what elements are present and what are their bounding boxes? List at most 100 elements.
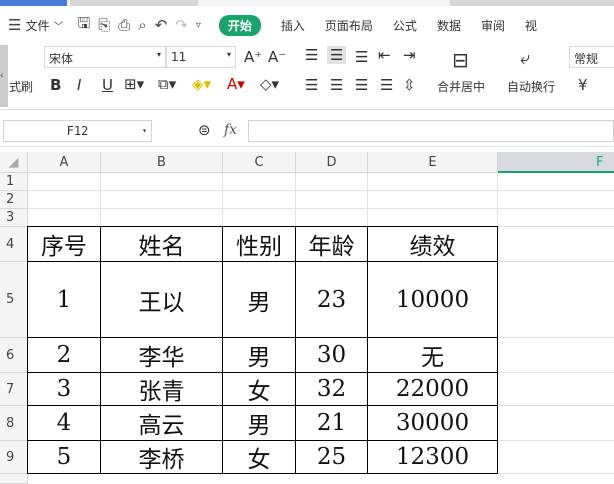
font-color-icon[interactable]: A▾	[227, 75, 245, 93]
row-header-9[interactable]: 9	[0, 441, 28, 474]
column-header-C[interactable]: C	[223, 152, 296, 173]
table-cell[interactable]: 张青	[100, 372, 223, 406]
hamburger-icon[interactable]: ☰	[8, 16, 21, 34]
cell[interactable]	[101, 191, 223, 209]
align-left-icon[interactable]: ☰	[305, 76, 318, 94]
cell[interactable]	[101, 173, 223, 191]
export-icon[interactable]: ⎘	[98, 16, 110, 34]
table-cell[interactable]: 12300	[367, 440, 498, 474]
cell[interactable]	[296, 173, 368, 191]
cell[interactable]	[368, 173, 498, 191]
justify-icon[interactable]: ☰	[380, 76, 393, 94]
cell[interactable]	[28, 173, 101, 191]
table-header-cell[interactable]: 绩效	[367, 226, 498, 262]
font-size-select[interactable]: 11 ▾	[166, 46, 236, 68]
italic-icon[interactable]: I	[77, 76, 81, 94]
column-header-B[interactable]: B	[101, 152, 223, 173]
wrap-icon[interactable]: ⤶	[520, 48, 530, 69]
table-cell[interactable]: 李华	[100, 337, 223, 373]
cell[interactable]	[368, 209, 498, 227]
cell[interactable]	[498, 373, 614, 406]
cell[interactable]	[498, 441, 614, 474]
table-cell[interactable]: 男	[222, 337, 296, 373]
table-cell[interactable]: 男	[222, 261, 296, 338]
table-cell[interactable]: 无	[367, 337, 498, 373]
cell-style-icon[interactable]: ⧉▾	[158, 75, 176, 93]
align-middle-icon[interactable]: ☰	[327, 46, 347, 64]
cell[interactable]	[368, 191, 498, 209]
tab-insert[interactable]: 插入	[281, 17, 305, 34]
table-cell[interactable]: 4	[27, 405, 101, 441]
undo-icon[interactable]: ↶	[155, 16, 168, 34]
font-family-select[interactable]: 宋体 ▾	[44, 46, 166, 68]
row-header-7[interactable]: 7	[0, 373, 28, 406]
tab-page-layout[interactable]: 页面布局	[325, 17, 373, 34]
fill-color-icon[interactable]: ◈▾	[192, 75, 211, 93]
table-cell[interactable]: 30000	[367, 405, 498, 441]
redo-icon[interactable]: ↷	[175, 16, 188, 34]
table-header-cell[interactable]: 性别	[222, 226, 296, 262]
table-cell[interactable]: 男	[222, 405, 296, 441]
column-header-D[interactable]: D	[296, 152, 368, 173]
table-header-cell[interactable]: 序号	[27, 226, 101, 262]
row-header-10[interactable]	[0, 474, 28, 484]
cell[interactable]	[498, 209, 614, 227]
row-header-6[interactable]: 6	[0, 338, 28, 373]
table-cell[interactable]: 30	[295, 337, 368, 373]
decrease-font-icon[interactable]: A⁻	[268, 48, 286, 66]
row-header-2[interactable]: 2	[0, 191, 28, 209]
row-header-4[interactable]: 4	[0, 227, 28, 262]
currency-button[interactable]: ¥	[578, 76, 588, 94]
table-cell[interactable]: 王以	[100, 261, 223, 338]
align-center-icon[interactable]: ☰	[330, 76, 343, 94]
table-cell[interactable]: 3	[27, 372, 101, 406]
column-header-E[interactable]: E	[368, 152, 498, 173]
indent-icon[interactable]: ⇥	[403, 46, 416, 64]
row-header-5[interactable]: 5	[0, 262, 28, 338]
table-cell[interactable]: 李桥	[100, 440, 223, 474]
row-header-8[interactable]: 8	[0, 406, 28, 441]
table-cell[interactable]: 2	[27, 337, 101, 373]
table-header-cell[interactable]: 姓名	[100, 226, 223, 262]
table-cell[interactable]: 5	[27, 440, 101, 474]
border-icon[interactable]: ⊞▾	[124, 75, 144, 93]
tab-data[interactable]: 数据	[437, 17, 461, 34]
merge-center-button[interactable]: 合并居中	[437, 78, 485, 95]
ribbon-collapse-handle[interactable]: ‹	[0, 45, 8, 107]
distribute-icon[interactable]: ⇳	[403, 76, 416, 94]
outdent-icon[interactable]: ⇤	[378, 46, 391, 64]
table-header-cell[interactable]: 年龄	[295, 226, 368, 262]
cell[interactable]	[498, 406, 614, 441]
row-header-3[interactable]: 3	[0, 209, 28, 227]
formula-input[interactable]	[248, 120, 614, 142]
table-cell[interactable]: 21	[295, 405, 368, 441]
zoom-icon[interactable]: ⊜	[198, 121, 211, 139]
cell[interactable]	[223, 209, 296, 227]
cell[interactable]	[498, 173, 614, 191]
align-bottom-icon[interactable]: ☰	[355, 48, 368, 66]
eraser-icon[interactable]: ◇▾	[260, 75, 279, 93]
number-format-select[interactable]: 常规	[569, 46, 614, 68]
save-icon[interactable]: 🖫	[77, 13, 90, 38]
merge-icon[interactable]: ⊟	[452, 48, 469, 72]
tab-formulas[interactable]: 公式	[393, 17, 417, 34]
select-all-corner[interactable]: ◢	[0, 152, 28, 173]
align-right-icon[interactable]: ☰	[355, 76, 368, 94]
row-header-1[interactable]: 1	[0, 173, 28, 191]
column-header-A[interactable]: A	[28, 152, 101, 173]
table-cell[interactable]: 32	[295, 372, 368, 406]
name-box[interactable]: F12 ▾	[3, 120, 152, 142]
chevron-down-icon[interactable]: ﹀	[53, 18, 63, 33]
fx-label[interactable]: fx	[224, 122, 237, 138]
cell[interactable]	[498, 262, 614, 338]
format-painter-button[interactable]: 式刷	[9, 78, 33, 95]
cell[interactable]	[296, 191, 368, 209]
table-cell[interactable]: 25	[295, 440, 368, 474]
cell[interactable]	[498, 338, 614, 373]
wrap-text-button[interactable]: 自动换行	[507, 78, 555, 95]
more-icon[interactable]: ▿	[196, 20, 201, 31]
cell[interactable]	[28, 209, 101, 227]
cell[interactable]	[498, 227, 614, 262]
cell[interactable]	[223, 173, 296, 191]
tab-home[interactable]: 开始	[218, 14, 261, 36]
